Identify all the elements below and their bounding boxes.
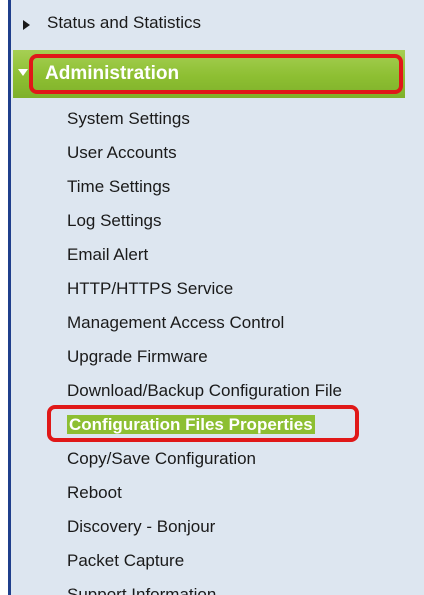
nav-item-status-and-statistics[interactable]: Status and Statistics (11, 8, 424, 42)
submenu-item-email-alert[interactable]: Email Alert (67, 242, 342, 276)
submenu-item-support-information[interactable]: Support Information (67, 582, 342, 595)
submenu-item-copy-save-configuration[interactable]: Copy/Save Configuration (67, 446, 342, 480)
submenu-item-upgrade-firmware[interactable]: Upgrade Firmware (67, 344, 342, 378)
submenu-item-packet-capture[interactable]: Packet Capture (67, 548, 342, 582)
nav-item-administration[interactable]: Administration (13, 50, 405, 98)
navigation-panel: Status and Statistics Administration Sys… (8, 0, 424, 595)
chevron-right-icon (23, 20, 30, 30)
submenu-item-download-backup-configuration-file[interactable]: Download/Backup Configuration File (67, 378, 342, 412)
chevron-down-icon (18, 69, 28, 76)
submenu-item-reboot[interactable]: Reboot (67, 480, 342, 514)
submenu-item-log-settings[interactable]: Log Settings (67, 208, 342, 242)
nav-item-label: Administration (45, 63, 180, 84)
nav-item-label: Status and Statistics (47, 13, 202, 32)
administration-submenu: System Settings User Accounts Time Setti… (67, 106, 342, 595)
submenu-item-management-access-control[interactable]: Management Access Control (67, 310, 342, 344)
submenu-item-configuration-files-properties[interactable]: Configuration Files Properties (67, 412, 342, 446)
submenu-item-http-https-service[interactable]: HTTP/HTTPS Service (67, 276, 342, 310)
submenu-item-time-settings[interactable]: Time Settings (67, 174, 342, 208)
submenu-item-discovery-bonjour[interactable]: Discovery - Bonjour (67, 514, 342, 548)
submenu-item-user-accounts[interactable]: User Accounts (67, 140, 342, 174)
submenu-item-system-settings[interactable]: System Settings (67, 106, 342, 140)
